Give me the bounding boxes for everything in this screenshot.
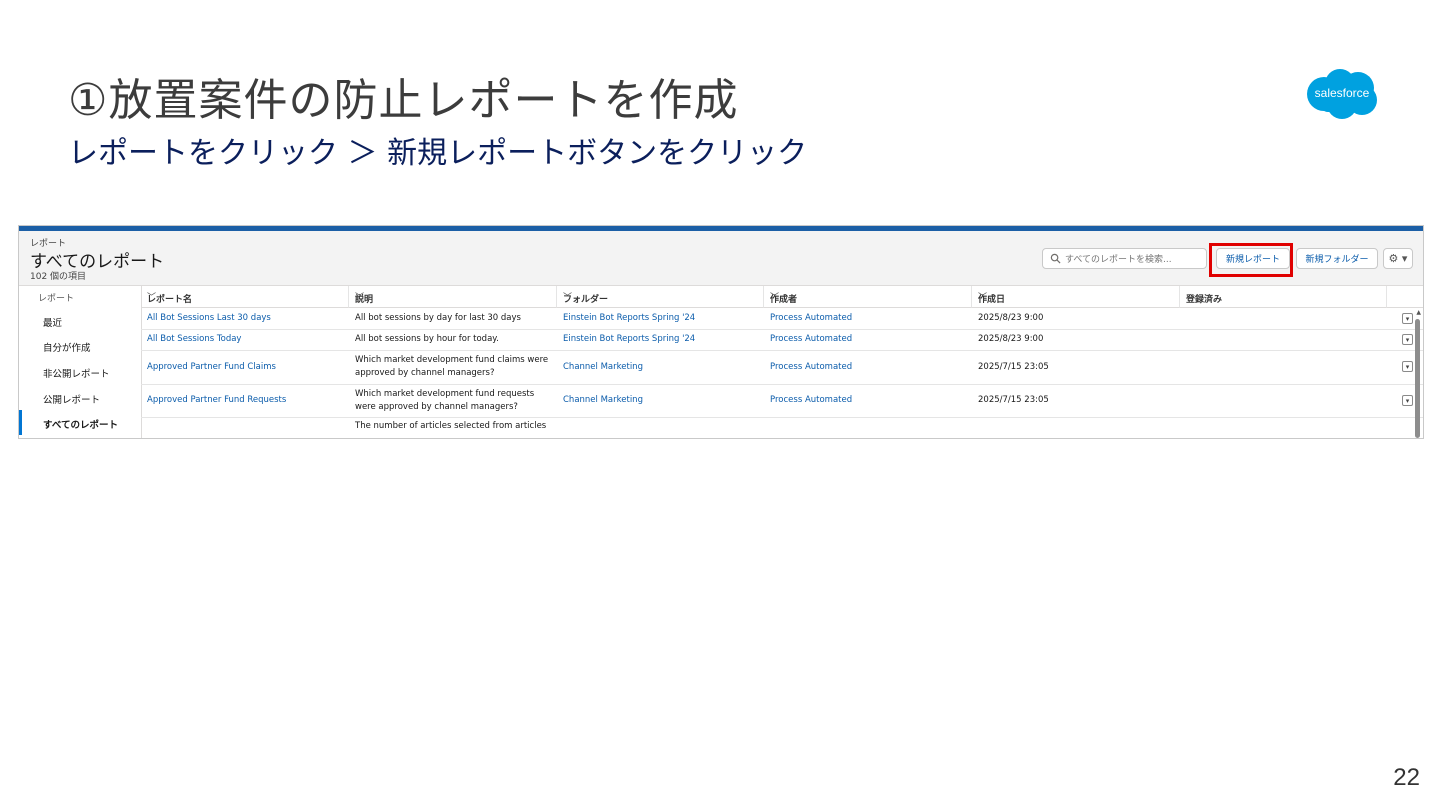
report-description: Which market development fund claims wer… <box>355 355 549 378</box>
search-box[interactable] <box>1042 248 1207 269</box>
column-header[interactable]: 登録済み <box>1180 286 1387 308</box>
gear-icon[interactable]: ⚙ ▾ <box>1383 248 1413 269</box>
sidebar-item-created-by-me[interactable]: 自分が作成 <box>19 333 141 358</box>
chevron-down-icon: ﹀ <box>563 293 573 303</box>
slide-subtitle: レポートをクリック ＞ 新規レポートボタンをクリック <box>68 136 808 171</box>
table-row: All Bot Sessions Last 30 days All bot se… <box>141 308 1423 330</box>
table-row: Approved Partner Fund Requests Which mar… <box>141 384 1423 418</box>
table-row: The number of articles selected from art… <box>141 417 1423 438</box>
report-description: The number of articles selected from art… <box>355 421 547 431</box>
creator-link[interactable]: Process Automated <box>764 308 972 329</box>
row-menu-icon[interactable]: ▾ <box>1402 313 1413 324</box>
scroll-up-icon[interactable]: ▲ <box>1416 309 1421 316</box>
column-header[interactable]: フォルダー ﹀ <box>557 286 764 308</box>
report-description: All bot sessions by day for last 30 days <box>355 313 521 323</box>
list-header: レポート すべてのレポート 102 個の項目 新規レポート 新規フォルダー ⚙ … <box>19 231 1423 286</box>
chevron-down-icon: ﹀ <box>355 293 365 303</box>
created-date: 2025/7/15 23:05 <box>978 395 1049 405</box>
sidebar-item-private[interactable]: 非公開レポート <box>19 359 141 384</box>
table-row: All Bot Sessions Today All bot sessions … <box>141 329 1423 351</box>
reports-screenshot: レポート すべてのレポート 102 個の項目 新規レポート 新規フォルダー ⚙ … <box>18 225 1424 439</box>
created-date: 2025/8/23 9:00 <box>978 334 1044 344</box>
report-description: Which market development fund requests w… <box>355 388 535 412</box>
sidebar: レポート 最近 自分が作成 非公開レポート 公開レポート すべてのレポート <box>19 286 144 438</box>
created-date: 2025/7/15 23:05 <box>978 361 1049 372</box>
creator-link[interactable]: Process Automated <box>764 384 972 417</box>
created-date: 2025/8/23 9:00 <box>978 313 1044 323</box>
folder-link[interactable]: Einstein Bot Reports Spring '24 <box>557 329 764 350</box>
sidebar-heading: レポート <box>38 294 75 304</box>
row-menu-icon[interactable]: ▾ <box>1402 361 1413 372</box>
chevron-down-icon: ﹀ <box>770 293 780 303</box>
sidebar-item-label: 非公開レポート <box>43 369 110 380</box>
sidebar-item-label: 公開レポート <box>43 395 101 406</box>
column-header-actions <box>1387 286 1423 308</box>
report-name-link[interactable]: Approved Partner Fund Claims <box>141 350 349 384</box>
row-menu-icon[interactable]: ▾ <box>1402 395 1413 406</box>
sidebar-item-label: すべてのレポート <box>43 420 118 431</box>
search-input[interactable] <box>1063 250 1207 269</box>
chevron-down-icon: ﹀ <box>978 293 988 303</box>
creator-link[interactable]: Process Automated <box>764 329 972 350</box>
item-count: 102 個の項目 <box>30 272 87 282</box>
logo-text: salesforce <box>1315 86 1370 100</box>
report-name-link[interactable]: All Bot Sessions Today <box>141 329 349 350</box>
sidebar-item-label: 最近 <box>43 318 63 329</box>
column-header[interactable]: 作成者 ﹀ <box>764 286 972 308</box>
sidebar-item-public[interactable]: 公開レポート <box>19 385 141 410</box>
salesforce-logo: salesforce <box>1307 69 1377 119</box>
sidebar-item-all[interactable]: すべてのレポート <box>19 410 144 435</box>
slide-title: ①放置案件の防止レポートを作成 <box>68 75 739 126</box>
highlight-box <box>1209 243 1293 277</box>
report-name-link[interactable]: All Bot Sessions Last 30 days <box>141 308 349 329</box>
report-name-link[interactable]: Approved Partner Fund Requests <box>141 384 349 417</box>
page-number: 22 <box>1393 764 1420 791</box>
search-icon <box>1050 253 1061 264</box>
folder-link[interactable]: Einstein Bot Reports Spring '24 <box>557 308 764 329</box>
row-menu-icon[interactable]: ▾ <box>1402 334 1413 345</box>
column-header[interactable]: レポート名 ﹀ <box>141 286 349 308</box>
creator-link[interactable]: Process Automated <box>764 350 972 384</box>
folder-link[interactable]: Channel Marketing <box>557 350 764 384</box>
column-header[interactable]: 説明 ﹀ <box>349 286 557 308</box>
sidebar-item-recent[interactable]: 最近 <box>19 308 141 333</box>
table-row: Approved Partner Fund Claims Which marke… <box>141 350 1423 385</box>
sidebar-item-label: 自分が作成 <box>43 343 91 354</box>
folder-link[interactable]: Channel Marketing <box>557 384 764 417</box>
report-description: All bot sessions by hour for today. <box>355 334 499 344</box>
new-folder-button[interactable]: 新規フォルダー <box>1296 248 1378 269</box>
scrollbar-thumb[interactable] <box>1415 319 1420 438</box>
column-header[interactable]: 作成日 ﹀ <box>972 286 1180 308</box>
chevron-down-icon: ﹀ <box>147 293 157 303</box>
